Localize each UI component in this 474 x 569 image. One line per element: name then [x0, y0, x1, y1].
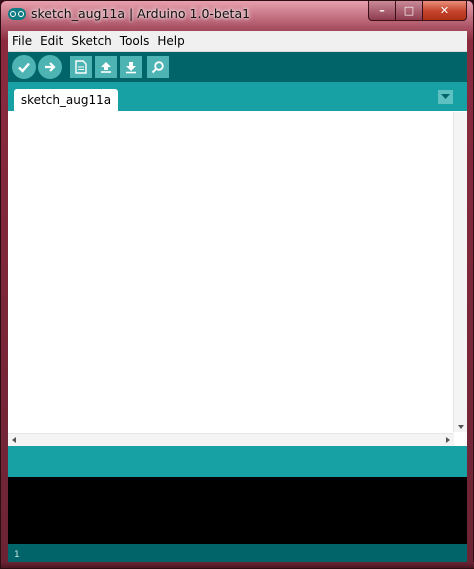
close-button[interactable]: ✕: [423, 1, 467, 21]
footer-bar: 1: [8, 544, 467, 564]
menu-file[interactable]: File: [8, 34, 36, 48]
console-output[interactable]: [8, 477, 467, 544]
code-editor[interactable]: [8, 111, 467, 447]
menu-edit[interactable]: Edit: [36, 34, 67, 48]
maximize-icon: □: [403, 4, 415, 17]
magnifier-icon: [151, 61, 164, 74]
new-button[interactable]: [70, 56, 92, 78]
menu-sketch[interactable]: Sketch: [67, 34, 115, 48]
window-bottom-border: [1, 562, 474, 568]
scroll-down-icon[interactable]: [458, 425, 464, 429]
window-title: sketch_aug11a | Arduino 1.0-beta1: [31, 6, 251, 21]
up-arrow-icon: [101, 62, 111, 73]
down-arrow-icon: [126, 62, 136, 74]
scroll-right-icon[interactable]: [446, 437, 450, 443]
close-icon: ✕: [439, 4, 450, 17]
window-controls: – □ ✕: [368, 1, 467, 21]
save-button[interactable]: [120, 56, 142, 78]
new-document-icon: [75, 60, 87, 74]
title-bar[interactable]: sketch_aug11a | Arduino 1.0-beta1 – □ ✕: [1, 1, 473, 29]
tab-bar: sketch_aug11a: [8, 82, 467, 111]
menu-help[interactable]: Help: [153, 34, 188, 48]
arduino-window: sketch_aug11a | Arduino 1.0-beta1 – □ ✕ …: [0, 0, 474, 569]
menu-tools[interactable]: Tools: [116, 34, 154, 48]
open-button[interactable]: [95, 56, 117, 78]
toolbar: [8, 52, 467, 82]
tab-menu-button[interactable]: [438, 90, 453, 104]
client-area: File Edit Sketch Tools Help sketch_aug11…: [8, 31, 467, 564]
tab-label: sketch_aug11a: [20, 93, 112, 107]
verify-button[interactable]: [12, 55, 36, 79]
minimize-button[interactable]: –: [368, 1, 396, 21]
horizontal-scrollbar[interactable]: [8, 433, 454, 447]
upload-button[interactable]: [38, 55, 62, 79]
minimize-icon: –: [379, 4, 385, 17]
checkmark-icon: [18, 62, 30, 73]
line-number: 1: [14, 550, 20, 560]
menu-bar: File Edit Sketch Tools Help: [8, 31, 467, 52]
arduino-logo-icon: [8, 8, 26, 20]
scroll-left-icon[interactable]: [12, 437, 16, 443]
serial-monitor-button[interactable]: [147, 56, 169, 78]
vertical-scrollbar[interactable]: [453, 112, 467, 432]
chevron-down-icon: [441, 94, 450, 99]
status-bar: [8, 446, 467, 477]
maximize-button[interactable]: □: [396, 1, 423, 21]
right-arrow-icon: [45, 62, 56, 72]
tab-sketch-aug11a[interactable]: sketch_aug11a: [14, 89, 118, 111]
